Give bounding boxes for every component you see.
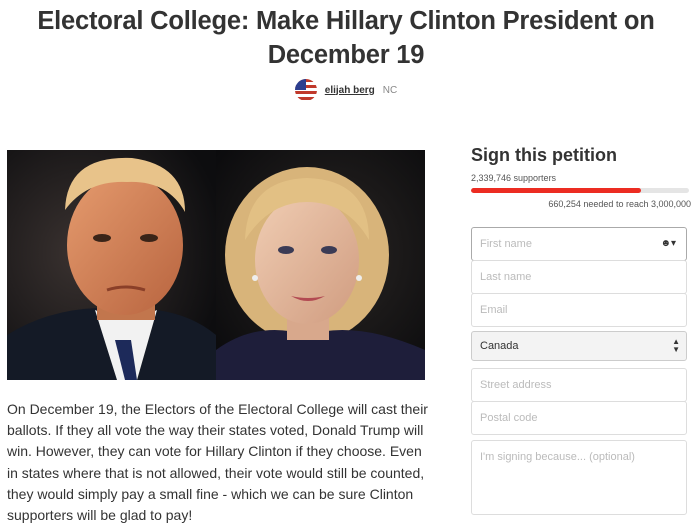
progress-bar [471,188,689,193]
postal-code-field[interactable]: Postal code [471,401,687,435]
avatar[interactable] [294,79,317,101]
first-name-placeholder: First name [480,238,532,250]
country-value: Canada [480,340,519,352]
email-placeholder: Email [480,304,508,316]
last-name-field[interactable]: Last name [471,260,687,294]
petition-description: On December 19, the Electors of the Elec… [7,401,428,524]
street-address-field[interactable]: Street address [471,368,687,402]
country-select[interactable]: Canada ▲ ▼ [471,331,687,361]
petition-photo [7,150,425,380]
reason-textarea[interactable]: I'm signing because... (optional) [471,440,687,515]
select-arrows-icon: ▲ ▼ [672,337,680,354]
sign-panel: Sign this petition 2,339,746 supporters … [471,142,691,515]
street-address-placeholder: Street address [480,379,552,391]
first-name-field[interactable]: First name ☻▾ [471,227,687,261]
author-location: NC [382,84,398,96]
last-name-placeholder: Last name [480,271,532,283]
page-title: Electoral College: Make Hillary Clinton … [37,7,655,69]
author-row: elijah berg NC [0,79,692,101]
reason-placeholder: I'm signing because... (optional) [480,451,635,463]
supporters-count: 2,339,746 supporters [471,173,557,183]
postal-code-placeholder: Postal code [480,412,538,424]
sign-heading: Sign this petition [471,145,617,165]
author-name-link[interactable]: elijah berg [325,85,375,96]
progress-bar-fill [471,188,642,193]
user-icon[interactable]: ☻▾ [660,238,676,249]
email-field[interactable]: Email [471,293,687,327]
needed-count: 660,254 needed to reach 3,000,000 [548,199,691,209]
